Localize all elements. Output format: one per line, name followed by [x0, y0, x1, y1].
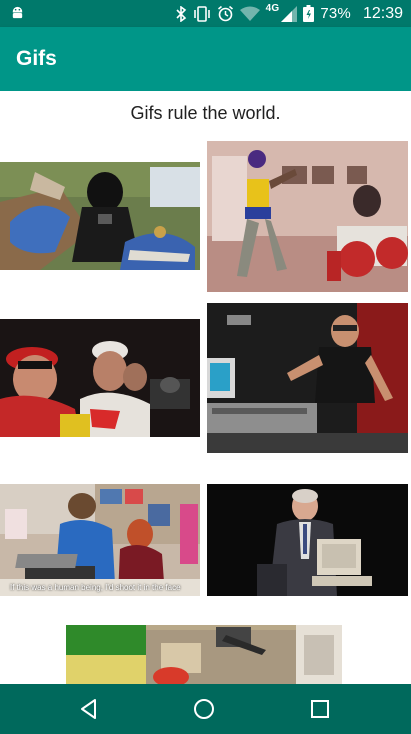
vibrate-icon [193, 5, 210, 22]
gif-caption: If this was a human being, I'd shoot it … [10, 583, 181, 592]
back-icon[interactable] [77, 697, 101, 721]
gif-studio-dance[interactable] [207, 303, 408, 453]
gif-dancing-kid[interactable] [207, 141, 408, 292]
navigation-bar [0, 684, 411, 734]
gif-darth-vader-ride[interactable] [0, 162, 200, 270]
recents-icon[interactable] [308, 697, 332, 721]
battery-icon [303, 5, 315, 22]
clock: 12:39 [362, 4, 403, 22]
status-bar: 4G 73% 12:39 [0, 0, 411, 27]
home-icon[interactable] [192, 697, 216, 721]
battery-percent: 73% [320, 5, 351, 22]
page-headline: Gifs rule the world. [130, 103, 281, 123]
app-bar: Gifs [0, 27, 411, 91]
alarm-icon [217, 5, 233, 22]
gif-office-laptop[interactable]: If this was a human being, I'd shoot it … [0, 484, 200, 596]
wifi-icon [239, 6, 260, 21]
gif-cartoon-scene[interactable] [66, 625, 342, 684]
network-type: 4G [265, 3, 280, 14]
signal-icon [281, 5, 298, 22]
gif-list[interactable]: Gifs rule the world. If this was a human… [0, 91, 411, 684]
app-title: Gifs [16, 47, 57, 70]
gif-race-crowd[interactable] [0, 319, 200, 437]
bluetooth-icon [176, 5, 186, 22]
android-icon [12, 6, 23, 19]
gif-man-at-computer[interactable] [207, 484, 408, 596]
